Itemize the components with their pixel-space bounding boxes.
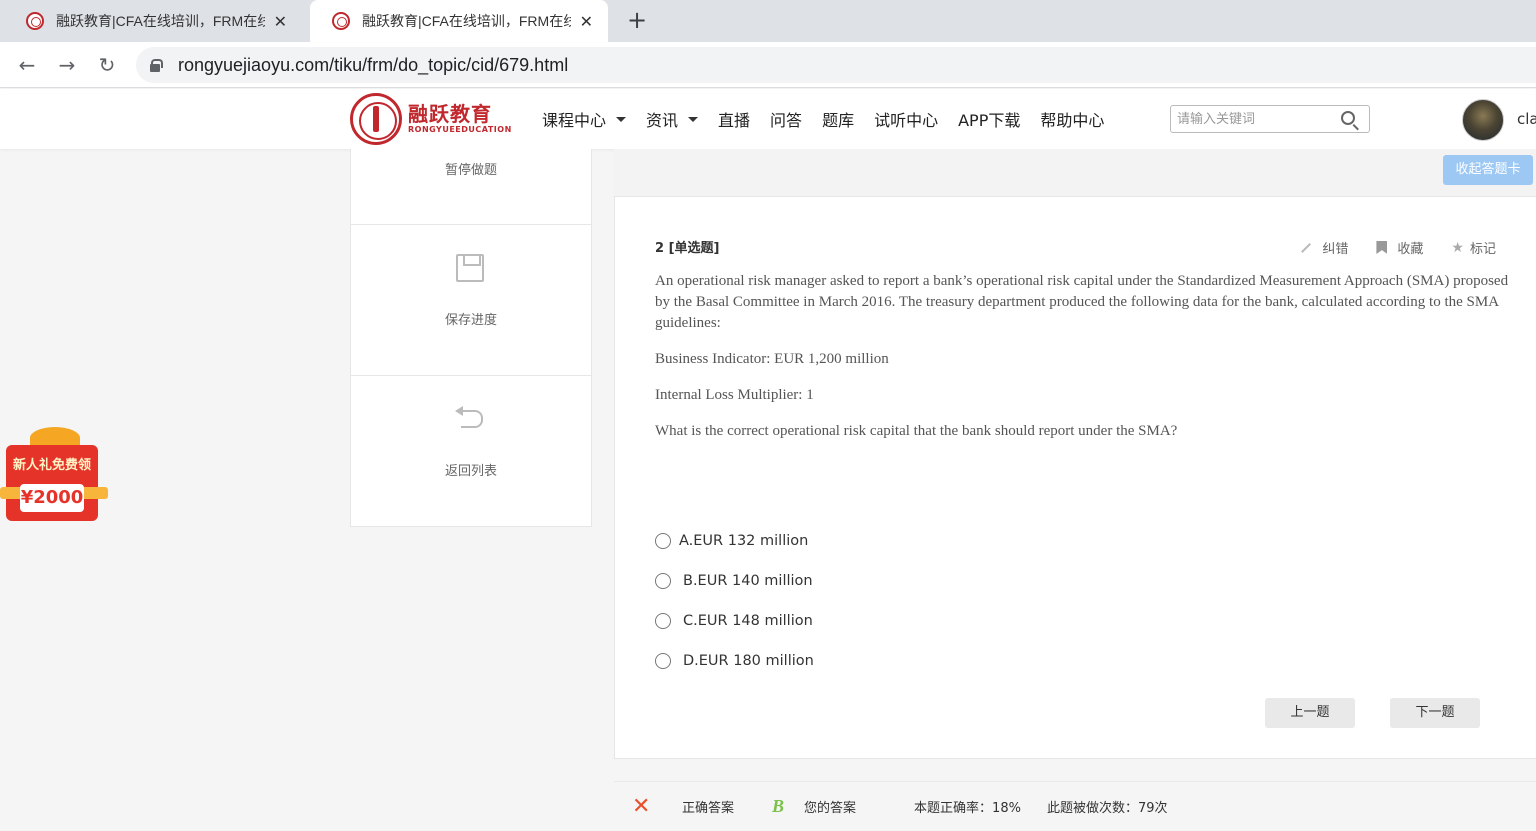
nav-qa[interactable]: 问答 xyxy=(770,107,802,131)
radio-button[interactable] xyxy=(655,653,671,669)
avatar[interactable] xyxy=(1462,99,1504,141)
mark-button[interactable]: ★ 标记 xyxy=(1451,238,1496,258)
your-answer-label: 您的答案 xyxy=(804,801,857,816)
collapse-answer-card-button[interactable]: 收起答题卡 xyxy=(1443,155,1533,185)
option-d[interactable]: D.EUR 180 million xyxy=(655,641,814,681)
question-text: An operational risk manager asked to rep… xyxy=(655,271,1515,457)
browser-toolbar: ← → ↻ rongyuejiaoyu.com/tiku/frm/do_topi… xyxy=(0,42,1536,88)
radio-button[interactable] xyxy=(655,533,671,549)
promo-gift-badge[interactable]: 新人礼免费领 ¥2000 xyxy=(0,427,108,523)
browser-tab-1[interactable]: 融跃教育|CFA在线培训，FRM在线 ✕ xyxy=(4,0,302,42)
wrong-answer-icon: ✕ xyxy=(632,794,651,819)
pause-label: 暂停做题 xyxy=(444,163,497,178)
nav-trial-center[interactable]: 试听中心 xyxy=(874,107,938,131)
logo-name: 融跃教育 xyxy=(408,102,492,126)
option-c[interactable]: C.EUR 148 million xyxy=(655,601,814,641)
search-icon[interactable] xyxy=(1341,111,1355,125)
url-text[interactable]: rongyuejiaoyu.com/tiku/frm/do_topic/cid/… xyxy=(178,55,568,76)
pause-button[interactable]: 暂停做题 xyxy=(351,149,591,225)
question-actions: 纠错 收藏 ★ 标记 xyxy=(1272,238,1496,257)
tab-title: 融跃教育|CFA在线培训，FRM在线 xyxy=(56,13,265,29)
new-tab-button[interactable]: + xyxy=(624,8,650,34)
radio-button[interactable] xyxy=(655,613,671,629)
promo-amount: ¥2000 xyxy=(20,484,84,512)
back-to-list-label: 返回列表 xyxy=(444,464,497,479)
back-to-list-button[interactable]: 返回列表 xyxy=(351,376,591,527)
nav-app-download[interactable]: APP下载 xyxy=(958,107,1020,131)
chevron-down-icon xyxy=(616,116,627,122)
pencil-icon xyxy=(1301,242,1312,253)
next-question-button[interactable]: 下一题 xyxy=(1390,698,1480,728)
question-paragraph: Internal Loss Multiplier: 1 xyxy=(655,387,814,403)
logo-subtitle: RONGYUEEDUCATION xyxy=(408,125,512,134)
site-favicon-icon xyxy=(26,12,44,30)
return-arrow-icon xyxy=(455,406,485,428)
question-panel: 2 [单选题] 纠错 收藏 ★ 标记 An operational risk m… xyxy=(614,197,1536,759)
your-answer-value: B xyxy=(772,796,785,816)
answer-options: A.EUR 132 million B.EUR 140 million C.EU… xyxy=(655,521,814,681)
search-input[interactable] xyxy=(1171,106,1331,132)
answer-card-strip xyxy=(614,149,1536,197)
promo-title: 新人礼免费领 xyxy=(12,458,91,473)
nav-help-center[interactable]: 帮助中心 xyxy=(1040,107,1104,131)
question-header: 2 [单选题] xyxy=(655,237,719,256)
answer-result-bar: ✕ 正确答案 B 您的答案 本题正确率：18% 此题被做次数：79次 xyxy=(614,781,1536,831)
reload-icon[interactable]: ↻ xyxy=(94,52,120,78)
nav-news[interactable]: 资讯 xyxy=(646,107,699,131)
lock-icon xyxy=(150,59,163,72)
option-b[interactable]: B.EUR 140 million xyxy=(655,561,814,601)
tab-title: 融跃教育|CFA在线培训，FRM在线 xyxy=(362,13,571,29)
nav-courses[interactable]: 课程中心 xyxy=(542,107,627,131)
browser-tab-2[interactable]: 融跃教育|CFA在线培训，FRM在线 ✕ xyxy=(310,0,608,42)
logo-seal-icon xyxy=(350,93,402,145)
report-error-button[interactable]: 纠错 xyxy=(1300,238,1348,257)
browser-tabstrip: 融跃教育|CFA在线培训，FRM在线 ✕ 融跃教育|CFA在线培训，FRM在线 … xyxy=(0,0,1536,42)
question-number: 2 xyxy=(655,241,665,256)
back-arrow-icon[interactable]: ← xyxy=(14,52,40,78)
save-progress-button[interactable]: 保存进度 xyxy=(351,225,591,376)
side-panel: 暂停做题 保存进度 返回列表 xyxy=(350,149,592,527)
tab-close-icon[interactable]: ✕ xyxy=(273,12,288,31)
nav-question-bank[interactable]: 题库 xyxy=(822,107,854,131)
favorite-button[interactable]: 收藏 xyxy=(1376,238,1423,257)
forward-arrow-icon[interactable]: → xyxy=(54,52,80,78)
accuracy-rate: 本题正确率：18% xyxy=(914,801,1021,816)
question-paragraph: An operational risk manager asked to rep… xyxy=(655,273,1509,331)
star-icon: ★ xyxy=(1451,239,1464,256)
question-paragraph: What is the correct operational risk cap… xyxy=(655,423,1178,439)
question-type: [单选题] xyxy=(668,241,720,256)
save-icon xyxy=(456,254,484,282)
search-box xyxy=(1170,105,1370,133)
main-nav: 课程中心 资讯 直播 问答 题库 试听中心 APP下载 帮助中心 xyxy=(542,89,1124,149)
save-label: 保存进度 xyxy=(444,313,497,328)
option-a[interactable]: A.EUR 132 million xyxy=(655,521,814,561)
radio-button[interactable] xyxy=(655,573,671,589)
correct-answer-label: 正确答案 xyxy=(682,801,735,816)
bookmark-icon xyxy=(1376,241,1388,254)
chevron-down-icon xyxy=(688,116,699,122)
previous-question-button[interactable]: 上一题 xyxy=(1265,698,1355,728)
site-favicon-icon xyxy=(332,12,350,30)
site-logo[interactable]: 融跃教育 RONGYUEEDUCATION xyxy=(350,93,512,145)
site-header: 融跃教育 RONGYUEEDUCATION 课程中心 资讯 直播 问答 题库 试… xyxy=(0,89,1536,149)
question-paragraph: Business Indicator: EUR 1,200 million xyxy=(655,351,889,367)
tab-close-icon[interactable]: ✕ xyxy=(579,12,594,31)
nav-live[interactable]: 直播 xyxy=(718,107,750,131)
address-bar[interactable]: rongyuejiaoyu.com/tiku/frm/do_topic/cid/… xyxy=(136,47,1536,83)
username[interactable]: cla xyxy=(1517,110,1536,128)
attempt-count: 此题被做次数：79次 xyxy=(1046,801,1168,816)
